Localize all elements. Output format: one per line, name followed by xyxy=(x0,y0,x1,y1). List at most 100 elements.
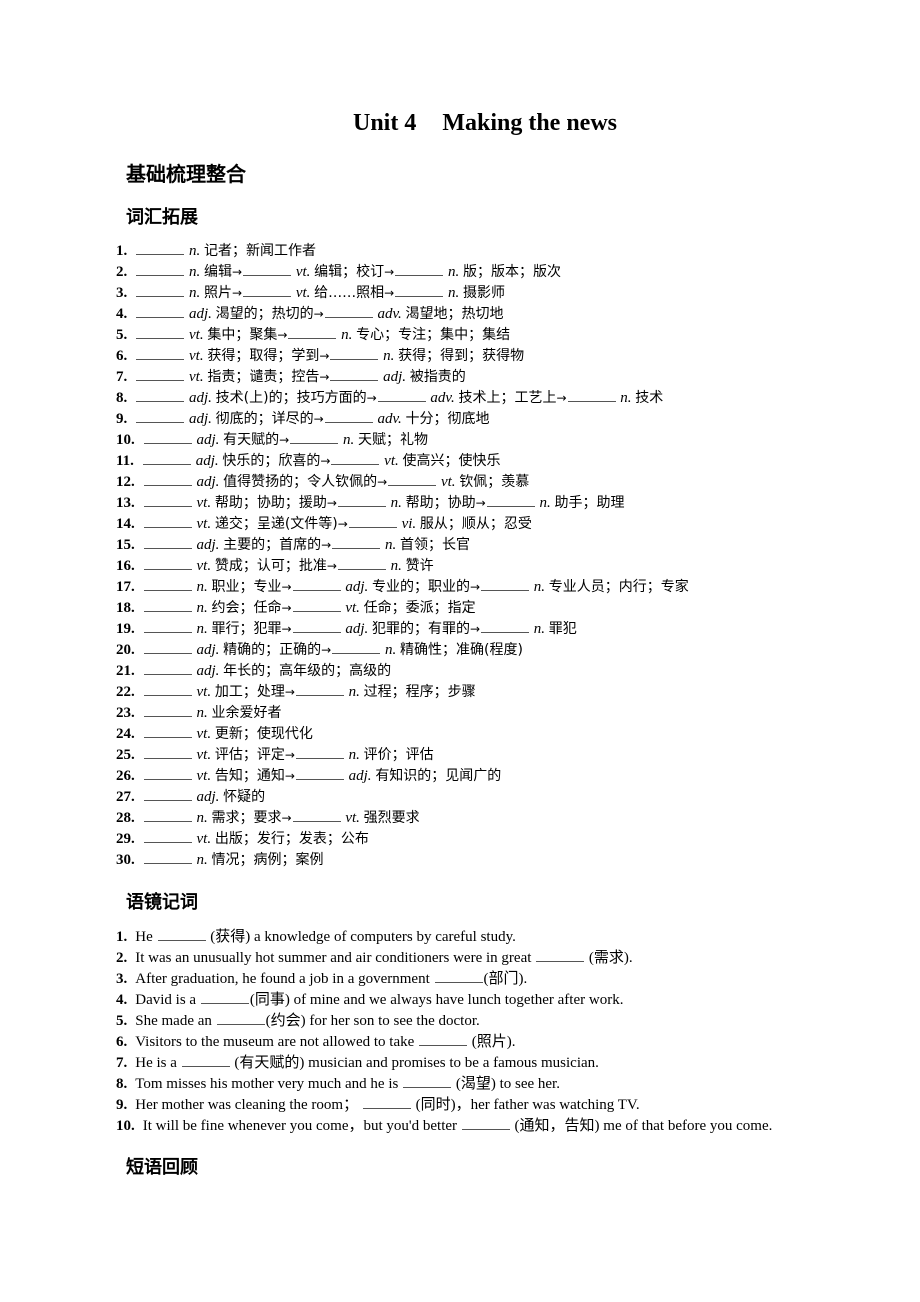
answer-blank[interactable] xyxy=(136,241,185,255)
answer-blank[interactable] xyxy=(143,493,192,507)
item-number: 7. xyxy=(116,1055,128,1071)
item-number: 2. xyxy=(116,264,128,280)
answer-blank[interactable] xyxy=(143,787,192,801)
answer-blank[interactable] xyxy=(481,577,530,591)
answer-blank[interactable] xyxy=(362,1095,411,1109)
answer-blank[interactable] xyxy=(143,724,192,738)
definition: 罪犯 xyxy=(548,621,577,637)
part-of-speech: vt. xyxy=(192,768,215,784)
answer-blank[interactable] xyxy=(403,1074,452,1088)
answer-blank[interactable] xyxy=(295,682,344,696)
answer-blank[interactable] xyxy=(143,850,192,864)
item-number: 23. xyxy=(116,705,135,721)
answer-blank[interactable] xyxy=(243,283,292,297)
answer-blank[interactable] xyxy=(348,514,397,528)
answer-blank[interactable] xyxy=(143,577,192,591)
answer-blank[interactable] xyxy=(486,493,535,507)
answer-blank[interactable] xyxy=(292,598,341,612)
item-number: 30. xyxy=(116,852,135,868)
answer-blank[interactable] xyxy=(143,682,192,696)
vocab-item: 30. n. 情况；病例；案例 xyxy=(116,850,689,871)
answer-blank[interactable] xyxy=(143,703,192,717)
answer-blank[interactable] xyxy=(136,346,185,360)
answer-blank[interactable] xyxy=(388,472,437,486)
answer-blank[interactable] xyxy=(136,388,185,402)
vocab-item: 12. adj. 值得赞扬的；令人钦佩的→ vt. 钦佩；羡慕 xyxy=(116,472,689,493)
answer-blank[interactable] xyxy=(377,388,426,402)
context-item: 8. Tom misses his mother very much and he… xyxy=(116,1074,772,1095)
sentence-text: (部门). xyxy=(483,971,528,987)
answer-blank[interactable] xyxy=(332,640,381,654)
answer-blank[interactable] xyxy=(136,409,185,423)
answer-blank[interactable] xyxy=(136,262,185,276)
answer-blank[interactable] xyxy=(143,556,192,570)
answer-blank[interactable] xyxy=(295,766,344,780)
answer-blank[interactable] xyxy=(136,325,185,339)
answer-blank[interactable] xyxy=(143,598,192,612)
answer-blank[interactable] xyxy=(143,472,192,486)
answer-blank[interactable] xyxy=(143,808,192,822)
part-of-speech: adj. xyxy=(185,306,216,322)
answer-blank[interactable] xyxy=(337,556,386,570)
answer-blank[interactable] xyxy=(461,1116,510,1130)
context-list: 1. He (获得) a knowledge of computers by ca… xyxy=(116,927,772,1137)
vocab-item: 8. adj. 技术(上)的；技巧方面的→ adv. 技术上；工艺上→ n. 技… xyxy=(116,388,689,409)
answer-blank[interactable] xyxy=(143,661,192,675)
answer-blank[interactable] xyxy=(395,262,444,276)
part-of-speech: n. xyxy=(185,243,204,259)
answer-blank[interactable] xyxy=(136,283,185,297)
answer-blank[interactable] xyxy=(200,990,249,1004)
answer-blank[interactable] xyxy=(567,388,616,402)
answer-blank[interactable] xyxy=(143,640,192,654)
answer-blank[interactable] xyxy=(330,346,379,360)
answer-blank[interactable] xyxy=(216,1011,265,1025)
answer-blank[interactable] xyxy=(337,493,386,507)
answer-blank[interactable] xyxy=(143,535,192,549)
answer-blank[interactable] xyxy=(143,829,192,843)
answer-blank[interactable] xyxy=(536,948,585,962)
answer-blank[interactable] xyxy=(331,451,380,465)
definition: 情况；病例；案例 xyxy=(211,852,324,868)
answer-blank[interactable] xyxy=(419,1032,468,1046)
part-of-speech: adj. xyxy=(192,537,224,553)
answer-blank[interactable] xyxy=(324,304,373,318)
definition: 技术(上)的；技巧方面的 xyxy=(215,390,367,406)
context-item: 3. After graduation, he found a job in a … xyxy=(116,969,772,990)
arrow-right-icon: → xyxy=(313,307,324,321)
answer-blank[interactable] xyxy=(143,766,192,780)
answer-blank[interactable] xyxy=(136,367,185,381)
answer-blank[interactable] xyxy=(143,745,192,759)
answer-blank[interactable] xyxy=(292,808,341,822)
sentence-text: (需求). xyxy=(585,950,633,966)
answer-blank[interactable] xyxy=(332,535,381,549)
vocab-item: 10. adj. 有天赋的→ n. 天赋；礼物 xyxy=(116,430,689,451)
answer-blank[interactable] xyxy=(143,514,192,528)
part-of-speech: adj. xyxy=(185,411,216,427)
answer-blank[interactable] xyxy=(181,1053,230,1067)
answer-blank[interactable] xyxy=(434,969,483,983)
part-of-speech: vt. xyxy=(185,327,208,343)
answer-blank[interactable] xyxy=(136,304,185,318)
answer-blank[interactable] xyxy=(142,451,191,465)
answer-blank[interactable] xyxy=(157,927,206,941)
answer-blank[interactable] xyxy=(292,619,341,633)
answer-blank[interactable] xyxy=(324,409,373,423)
part-of-speech: n. xyxy=(185,264,204,280)
answer-blank[interactable] xyxy=(292,577,341,591)
answer-blank[interactable] xyxy=(295,745,344,759)
answer-blank[interactable] xyxy=(395,283,444,297)
answer-blank[interactable] xyxy=(330,367,379,381)
answer-blank[interactable] xyxy=(243,262,292,276)
definition: 告知；通知 xyxy=(214,768,285,784)
arrow-right-icon: → xyxy=(384,265,395,279)
answer-blank[interactable] xyxy=(143,430,192,444)
answer-blank[interactable] xyxy=(288,325,337,339)
answer-blank[interactable] xyxy=(290,430,339,444)
vocab-item: 17. n. 职业；专业→ adj. 专业的；职业的→ n. 专业人员；内行；专… xyxy=(116,577,689,598)
definition: 帮助；协助 xyxy=(405,495,476,511)
definition: 需求；要求 xyxy=(211,810,282,826)
context-item: 2. It was an unusually hot summer and air… xyxy=(116,948,772,969)
arrow-right-icon: → xyxy=(284,685,295,699)
answer-blank[interactable] xyxy=(481,619,530,633)
answer-blank[interactable] xyxy=(143,619,192,633)
